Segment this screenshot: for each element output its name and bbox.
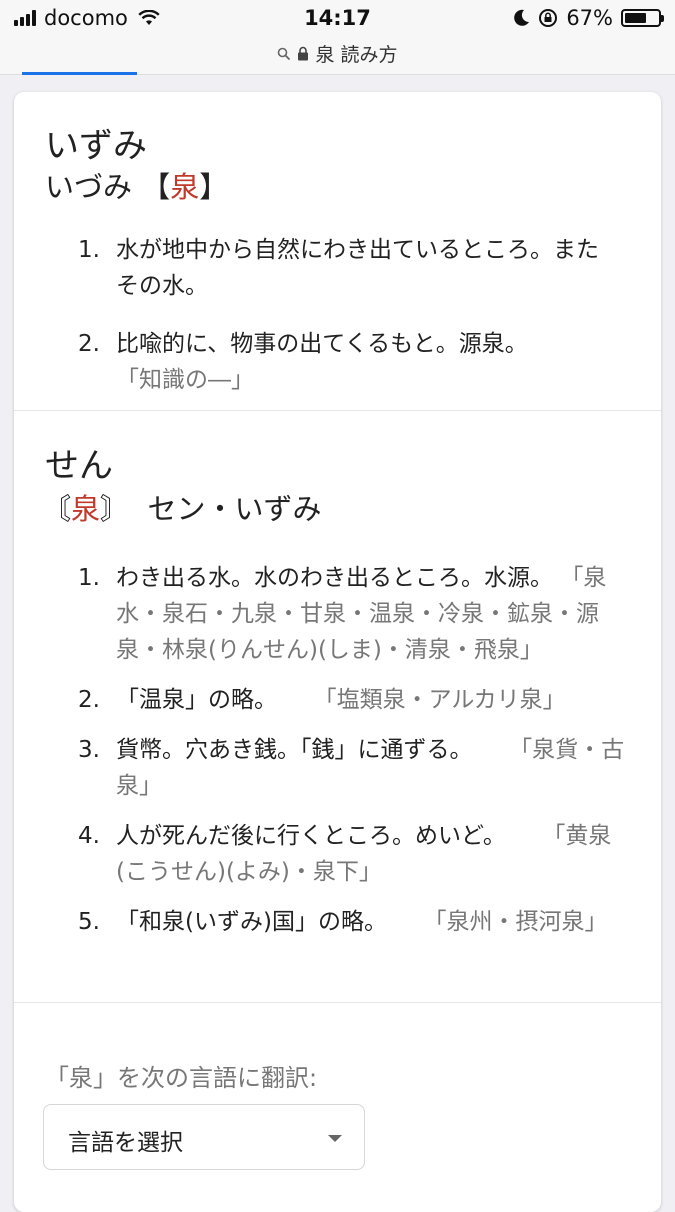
entry-headword: いずみ bbox=[45, 126, 147, 166]
definition-example: 「知識の―」 bbox=[116, 367, 254, 393]
definition-number: 2. bbox=[78, 687, 100, 713]
definition-number: 5. bbox=[78, 909, 100, 935]
definition-example: 「泉州・摂河泉」 bbox=[423, 909, 608, 935]
definition-number: 1. bbox=[78, 565, 100, 591]
caret-down-icon bbox=[328, 1135, 342, 1142]
translate-section: 「泉」を次の言語に翻訳: 言語を選択 bbox=[14, 1002, 661, 1212]
kanji-link[interactable]: 泉 bbox=[170, 170, 199, 204]
search-icon bbox=[278, 47, 291, 60]
definition-text: 比喩的に、物事の出てくるもと。源泉。 bbox=[116, 331, 528, 357]
definition-text: 人が死んだ後に行くところ。めいど。 bbox=[116, 823, 506, 849]
dictionary-card: いずみ いづみ 【泉】 1. 水が地中から自然にわき出ているところ。また その水… bbox=[14, 92, 661, 1212]
status-right: 67% bbox=[514, 6, 664, 30]
definition-number: 3. bbox=[78, 737, 100, 763]
definition-number: 1. bbox=[78, 237, 100, 263]
reading-bracket: 〘 bbox=[42, 492, 72, 526]
reading-bracket: 〙 bbox=[100, 492, 130, 526]
definition-item: 1. 水が地中から自然にわき出ているところ。また その水。 bbox=[14, 232, 661, 304]
reading-text: セン・いずみ bbox=[147, 492, 322, 526]
battery-percent: 67% bbox=[566, 6, 613, 30]
entry-izumi: いずみ いづみ 【泉】 1. 水が地中から自然にわき出ているところ。また その水… bbox=[14, 92, 661, 411]
definition-item: 3. 貨幣。穴あき銭。「銭」に通ずる。 「泉貨・古泉」 bbox=[14, 732, 661, 804]
url-text: 泉 読み方 bbox=[315, 44, 398, 66]
definition-text: 水が地中から自然にわき出ているところ。また bbox=[116, 237, 599, 263]
definition-list: 1. わき出る水。水のわき出るところ。水源。 「泉水・泉石・九泉・甘泉・温泉・冷… bbox=[14, 560, 661, 940]
battery-icon bbox=[621, 9, 664, 27]
reading-text: いづみ 【 bbox=[45, 170, 171, 204]
definition-text: 「温泉」の略。 bbox=[116, 687, 277, 713]
definition-number: 2. bbox=[78, 331, 100, 357]
url-bar[interactable]: 泉 読み方 bbox=[0, 38, 675, 75]
translate-label: 「泉」を次の言語に翻訳: bbox=[45, 1064, 318, 1092]
rotation-lock-icon bbox=[539, 9, 558, 27]
kanji-link[interactable]: 泉 bbox=[71, 492, 100, 526]
definition-item: 2. 比喩的に、物事の出てくるもと。源泉。 「知識の―」 bbox=[14, 326, 661, 398]
language-select-label: 言語を選択 bbox=[68, 1130, 183, 1156]
reading-bracket: 】 bbox=[199, 170, 229, 204]
definition-list: 1. 水が地中から自然にわき出ているところ。また その水。 2. 比喩的に、物事… bbox=[14, 232, 661, 398]
active-tab-indicator bbox=[22, 72, 137, 75]
definition-text: わき出る水。水のわき出るところ。水源。 bbox=[116, 565, 553, 591]
entry-reading: いづみ 【泉】 bbox=[45, 164, 228, 206]
definition-text: 貨幣。穴あき銭。「銭」に通ずる。 bbox=[116, 737, 473, 763]
definition-number: 4. bbox=[78, 823, 100, 849]
definition-text: 「和泉(いずみ)国」の略。 bbox=[116, 909, 387, 935]
entry-reading: 〘泉〙 セン・いずみ bbox=[42, 486, 322, 528]
language-select[interactable]: 言語を選択 bbox=[43, 1104, 365, 1170]
definition-item: 5. 「和泉(いずみ)国」の略。 「泉州・摂河泉」 bbox=[14, 904, 661, 940]
entry-sen: せん 〘泉〙 セン・いずみ 1. わき出る水。水のわき出るところ。水源。 「泉水… bbox=[14, 410, 661, 1003]
definition-text-cont: その水。 bbox=[116, 273, 208, 299]
definition-item: 2. 「温泉」の略。 「塩類泉・アルカリ泉」 bbox=[14, 682, 661, 718]
definition-example: 「塩類泉・アルカリ泉」 bbox=[313, 687, 566, 713]
definition-item: 4. 人が死んだ後に行くところ。めいど。 「黄泉(こうせん)(よみ)・泉下」 bbox=[14, 818, 661, 890]
entry-headword: せん bbox=[45, 446, 113, 486]
lock-icon bbox=[298, 46, 309, 61]
moon-icon bbox=[514, 9, 530, 26]
status-bar: docomo 14:17 67% bbox=[0, 0, 675, 38]
definition-item: 1. わき出る水。水のわき出るところ。水源。 「泉水・泉石・九泉・甘泉・温泉・冷… bbox=[14, 560, 661, 668]
